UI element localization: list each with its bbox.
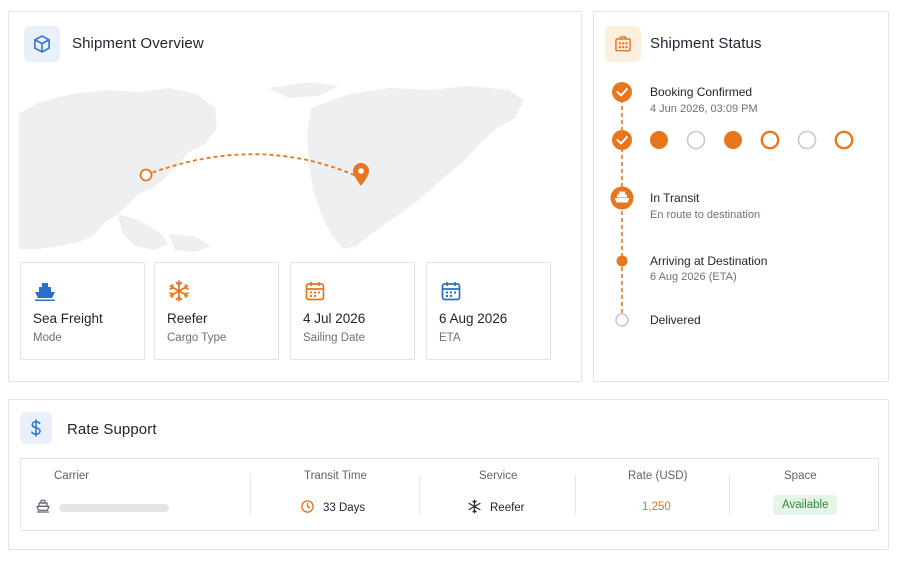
step-booking-confirmed-title: Booking Confirmed xyxy=(650,85,753,99)
calendar-icon xyxy=(439,279,463,303)
step-in-transit-sub: En route to destination xyxy=(650,209,761,221)
status-timeline xyxy=(610,82,854,327)
route-map xyxy=(19,74,574,254)
eta-value: 6 Aug 2026 xyxy=(439,311,508,326)
col-carrier: Carrier xyxy=(54,470,90,482)
sailing-date-value: 4 Jul 2026 xyxy=(303,311,366,326)
mode-value: Sea Freight xyxy=(33,311,103,326)
carrier-name-placeholder xyxy=(59,503,169,512)
col-service: Service xyxy=(479,470,518,482)
col-transit-time: Transit Time xyxy=(304,470,367,482)
sailing-date-card: 4 Jul 2026 Sailing Date xyxy=(290,262,415,360)
overview-title: Shipment Overview xyxy=(72,35,204,52)
shipment-status-card: Shipment Status Booking Confirmed 4 Jun … xyxy=(593,11,889,382)
eta-label: ETA xyxy=(439,332,461,344)
table-row-space: Available xyxy=(773,495,838,515)
table-row-service: Reefer xyxy=(467,499,525,517)
dollar-icon xyxy=(20,412,52,444)
table-row-carrier xyxy=(35,498,169,517)
step-delivered-title: Delivered xyxy=(650,313,701,327)
cargo-type-value: Reefer xyxy=(167,311,208,326)
column-divider xyxy=(729,475,730,515)
mode-label: Mode xyxy=(33,332,62,344)
pending-step-dot xyxy=(615,313,629,327)
rate-support-card: Rate Support Carrier Transit Time Servic… xyxy=(8,399,889,550)
progress-dots xyxy=(650,130,854,150)
col-space: Space xyxy=(784,470,817,482)
in-transit-ship-icon xyxy=(610,186,634,210)
step-arriving-title: Arriving at Destination xyxy=(650,254,768,268)
origin-marker-icon xyxy=(139,168,153,182)
column-divider xyxy=(419,475,420,515)
ship-icon xyxy=(33,279,57,303)
column-divider xyxy=(250,475,251,515)
transit-time-value: 33 Days xyxy=(323,502,366,514)
current-step-dot xyxy=(616,255,628,267)
rate-title: Rate Support xyxy=(67,421,157,438)
cargo-type-label: Cargo Type xyxy=(167,332,227,344)
cargo-type-card: Reefer Cargo Type xyxy=(154,262,279,360)
step-in-transit-title: In Transit xyxy=(650,191,700,205)
col-rate: Rate (USD) xyxy=(628,470,688,482)
step-arriving-sub: 6 Aug 2026 (ETA) xyxy=(650,271,737,283)
rate-table: Carrier Transit Time Service Rate (USD) … xyxy=(20,458,879,531)
availability-badge: Available xyxy=(773,495,838,515)
package-icon xyxy=(24,26,60,62)
column-divider xyxy=(575,475,576,515)
rate-value: 1,250 xyxy=(642,501,671,513)
snowflake-icon xyxy=(467,499,482,517)
service-value: Reefer xyxy=(490,502,525,514)
ship-icon xyxy=(35,498,51,517)
sailing-date-label: Sailing Date xyxy=(303,332,366,344)
check-icon xyxy=(612,82,632,102)
step-booking-confirmed-time: 4 Jun 2026, 03:09 PM xyxy=(650,103,758,115)
eta-card: 6 Aug 2026 ETA xyxy=(426,262,551,360)
shipment-overview-card: Shipment Overview Sea Freight Mode Reefe… xyxy=(8,11,582,382)
mode-card: Sea Freight Mode xyxy=(20,262,145,360)
table-row-transit-time: 33 Days xyxy=(300,499,365,517)
snowflake-icon xyxy=(167,279,191,303)
calendar-icon xyxy=(303,279,327,303)
clock-icon xyxy=(300,499,315,517)
check-icon xyxy=(612,130,632,150)
